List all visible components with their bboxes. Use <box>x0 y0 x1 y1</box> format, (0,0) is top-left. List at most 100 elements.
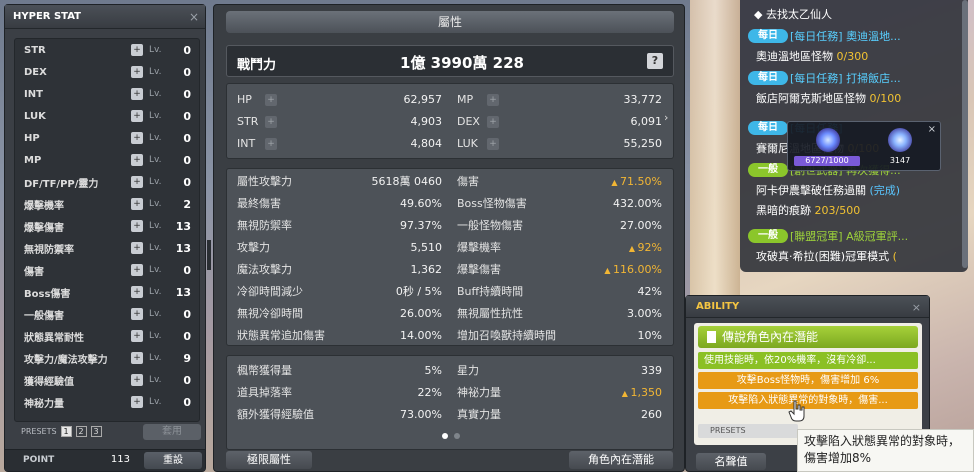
plus-icon[interactable]: + <box>487 116 499 128</box>
quest-item[interactable]: 每日 [每日任務] 奧迪溫地... 奧迪溫地區怪物 0/300 <box>748 28 960 64</box>
hyper-stat-name: 爆擊機率 <box>24 200 64 212</box>
expand-arrow-icon[interactable]: › <box>664 111 668 124</box>
plus-icon[interactable]: + <box>131 352 143 364</box>
quest-item[interactable]: 每日 [每日任務] 打掃飯店... 飯店阿爾克斯地區怪物 0/100 <box>748 70 960 106</box>
hyper-stat-name: Boss傷害 <box>24 288 71 300</box>
plus-icon[interactable]: + <box>131 374 143 386</box>
quest-objective: 飯店阿爾克斯地區怪物 0/100 <box>756 90 960 106</box>
plus-icon[interactable]: + <box>131 396 143 408</box>
help-button[interactable]: ? <box>647 53 663 69</box>
stat-cell: 楓幣獲得量 5% <box>237 361 442 381</box>
stat-value: 432.00% <box>613 197 662 210</box>
stat-name: 道具掉落率 <box>237 386 292 399</box>
hyper-stat-row: 神秘力量 + Lv. 0 <box>15 391 199 413</box>
ability-title: ABILITY <box>686 296 929 318</box>
stat-value: 62,957 <box>403 93 443 106</box>
quest-objective: 奧迪溫地區怪物 0/300 <box>756 48 960 64</box>
buff-gauge-2-value: 3147 <box>889 156 911 165</box>
plus-icon[interactable]: + <box>131 330 143 342</box>
hyper-stat-name: HP <box>24 132 40 144</box>
stat-value: 1,362 <box>410 263 443 276</box>
plus-icon[interactable]: + <box>131 110 143 122</box>
quest-item[interactable]: 一般 [聯盟冠軍] A級冠軍評... 攻破真·希拉(困難)冠軍模式 ( <box>748 228 960 264</box>
fame-button[interactable]: 名聲值 <box>696 453 766 470</box>
stat-name: 爆擊機率 <box>457 241 501 254</box>
hyper-stat-name: INT <box>24 88 43 100</box>
plus-icon[interactable]: + <box>265 94 277 106</box>
plus-icon[interactable]: + <box>487 138 499 150</box>
preset-3-button[interactable]: 3 <box>90 426 102 437</box>
level-label: Lv. <box>149 309 162 319</box>
plus-icon[interactable]: + <box>131 88 143 100</box>
level-label: Lv. <box>149 265 162 275</box>
plus-icon[interactable]: + <box>265 138 277 150</box>
reset-button[interactable]: 重設 <box>144 452 202 469</box>
plus-icon[interactable]: + <box>265 116 277 128</box>
quest-objective-text: 飯店阿爾克斯地區怪物 <box>756 92 866 105</box>
plus-icon[interactable]: + <box>131 132 143 144</box>
plus-icon[interactable]: + <box>487 94 499 106</box>
close-icon[interactable]: × <box>912 301 921 314</box>
detail-stats-panel: 屬性攻擊力 5618萬 0460 傷害 71.50% 最終傷害 49.60% Boss怪物傷… <box>226 168 674 346</box>
stat-name: 楓幣獲得量 <box>237 364 292 377</box>
stat-value: 5,510 <box>410 241 443 254</box>
stat-value: 22% <box>417 386 442 399</box>
level-label: Lv. <box>149 133 162 143</box>
inner-ability-button[interactable]: 角色內在潛能 <box>569 451 673 469</box>
stat-footer: 極限屬性 角色內在潛能 <box>214 449 684 471</box>
apply-button[interactable]: 套用 <box>143 424 201 440</box>
quest-objective-text: 攻破真·希拉(困難)冠軍模式 <box>756 250 890 263</box>
hyper-stat-level: 0 <box>183 65 191 79</box>
stat-cell: Boss怪物傷害 432.00% <box>457 194 662 214</box>
close-icon[interactable]: × <box>189 11 199 23</box>
stat-cell: 一般怪物傷害 27.00% <box>457 216 662 236</box>
ability-line-1: 使用技能時，依20%機率，沒有冷卻... <box>698 352 918 369</box>
stat-value: 4,804 <box>410 137 443 150</box>
stat-cell: 爆擊傷害 116.00% <box>457 260 662 280</box>
stat-name: 無視冷卻時間 <box>237 307 303 320</box>
hyper-stat-row: 爆擊機率 + Lv. 2 <box>15 193 199 215</box>
stat-name: DEX <box>457 115 480 128</box>
ability-tooltip: 攻擊陷入狀態異常的對象時，傷害增加8% <box>797 429 974 472</box>
hyper-stat-level: 0 <box>183 175 191 189</box>
hyper-stat-level: 0 <box>183 153 191 167</box>
plus-icon[interactable]: + <box>131 242 143 254</box>
level-label: Lv. <box>149 199 162 209</box>
plus-icon[interactable]: + <box>131 308 143 320</box>
stat-cell: 無視防禦率 97.37% <box>237 216 442 236</box>
stat-cell: STR +4,903 <box>237 112 442 132</box>
stat-name: 真實力量 <box>457 408 501 421</box>
limit-stat-button[interactable]: 極限屬性 <box>226 451 312 469</box>
quest-scrollbar[interactable] <box>962 0 968 268</box>
stat-name: Boss怪物傷害 <box>457 197 527 210</box>
ability-line-3[interactable]: 攻擊陷入狀態異常的對象時，傷害... <box>698 392 918 409</box>
plus-icon[interactable]: + <box>131 176 143 188</box>
plus-icon[interactable]: + <box>131 66 143 78</box>
quest-item[interactable]: 黑暗的痕跡 203/500 <box>748 198 960 218</box>
hyper-stat-level: 0 <box>183 87 191 101</box>
stat-name: 無視屬性抗性 <box>457 307 523 320</box>
stat-name: 星力 <box>457 364 479 377</box>
page-dot-1[interactable] <box>442 433 448 439</box>
page-dot-2[interactable] <box>454 433 460 439</box>
preset-2-button[interactable]: 2 <box>75 426 87 437</box>
hyper-stat-level: 0 <box>183 43 191 57</box>
plus-icon[interactable]: + <box>131 44 143 56</box>
quest-top-text[interactable]: ◆ 去找太乙仙人 <box>754 6 832 22</box>
hyper-stat-level: 2 <box>183 197 191 211</box>
hyper-stat-row: 獲得經驗值 + Lv. 0 <box>15 369 199 391</box>
hyper-stat-level: 0 <box>183 109 191 123</box>
plus-icon[interactable]: + <box>131 198 143 210</box>
preset-1-button[interactable]: 1 <box>60 426 72 437</box>
plus-icon[interactable]: + <box>131 220 143 232</box>
close-icon[interactable]: × <box>928 124 936 135</box>
plus-icon[interactable]: + <box>131 264 143 276</box>
quest-objective-text: 奧迪溫地區怪物 <box>756 50 833 63</box>
hyper-stat-name: LUK <box>24 110 46 122</box>
ability-presets[interactable]: PRESETS <box>698 424 798 438</box>
plus-icon[interactable]: + <box>131 286 143 298</box>
stat-value: 97.37% <box>400 219 442 232</box>
quest-progress: 0/100 <box>869 92 902 105</box>
quest-objective-text: 阿卡伊農擊破任務過關 <box>756 184 866 197</box>
plus-icon[interactable]: + <box>131 154 143 166</box>
